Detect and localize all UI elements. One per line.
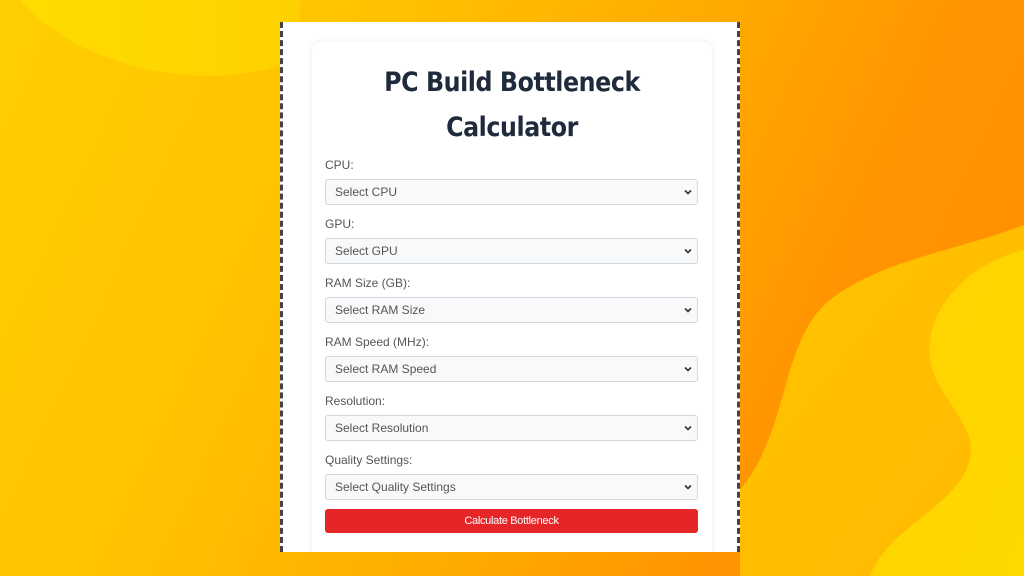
calculator-card: PC Build Bottleneck Calculator CPU: Sele… [312, 42, 712, 552]
ram-size-select[interactable]: Select RAM Size [325, 297, 698, 323]
chevron-down-icon [684, 189, 692, 195]
ram-speed-field: RAM Speed (MHz): Select RAM Speed [325, 335, 699, 382]
gpu-select[interactable]: Select GPU [325, 238, 698, 264]
quality-settings-select[interactable]: Select Quality Settings [325, 474, 698, 500]
cpu-field: CPU: Select CPU [325, 158, 699, 205]
quality-settings-field: Quality Settings: Select Quality Setting… [325, 453, 699, 500]
chevron-down-icon [684, 366, 692, 372]
cpu-select[interactable]: Select CPU [325, 179, 698, 205]
cpu-select-value: Select CPU [335, 185, 398, 199]
page-title: PC Build Bottleneck Calculator [384, 67, 640, 143]
gpu-select-value: Select GPU [335, 244, 398, 258]
ram-size-field: RAM Size (GB): Select RAM Size [325, 276, 699, 323]
resolution-select-value: Select Resolution [335, 421, 429, 435]
ram-speed-label: RAM Speed (MHz): [325, 335, 430, 349]
ram-size-label: RAM Size (GB): [325, 276, 411, 290]
calculate-bottleneck-button[interactable]: Calculate Bottleneck [325, 509, 698, 533]
gpu-field: GPU: Select GPU [325, 217, 699, 264]
chevron-down-icon [684, 425, 692, 431]
resolution-field: Resolution: Select Resolution [325, 394, 699, 441]
chevron-down-icon [684, 484, 692, 490]
cpu-label: CPU: [325, 158, 354, 172]
gpu-label: GPU: [325, 217, 355, 231]
resolution-select[interactable]: Select Resolution [325, 415, 698, 441]
page-frame: PC Build Bottleneck Calculator CPU: Sele… [280, 22, 740, 552]
quality-settings-label: Quality Settings: [325, 453, 413, 467]
top-blob-shape [20, 0, 300, 76]
ram-speed-select-value: Select RAM Speed [335, 362, 437, 376]
chevron-down-icon [684, 248, 692, 254]
quality-settings-select-value: Select Quality Settings [335, 480, 456, 494]
chevron-down-icon [684, 307, 692, 313]
ram-size-select-value: Select RAM Size [335, 303, 426, 317]
resolution-label: Resolution: [325, 394, 386, 408]
ram-speed-select[interactable]: Select RAM Speed [325, 356, 698, 382]
